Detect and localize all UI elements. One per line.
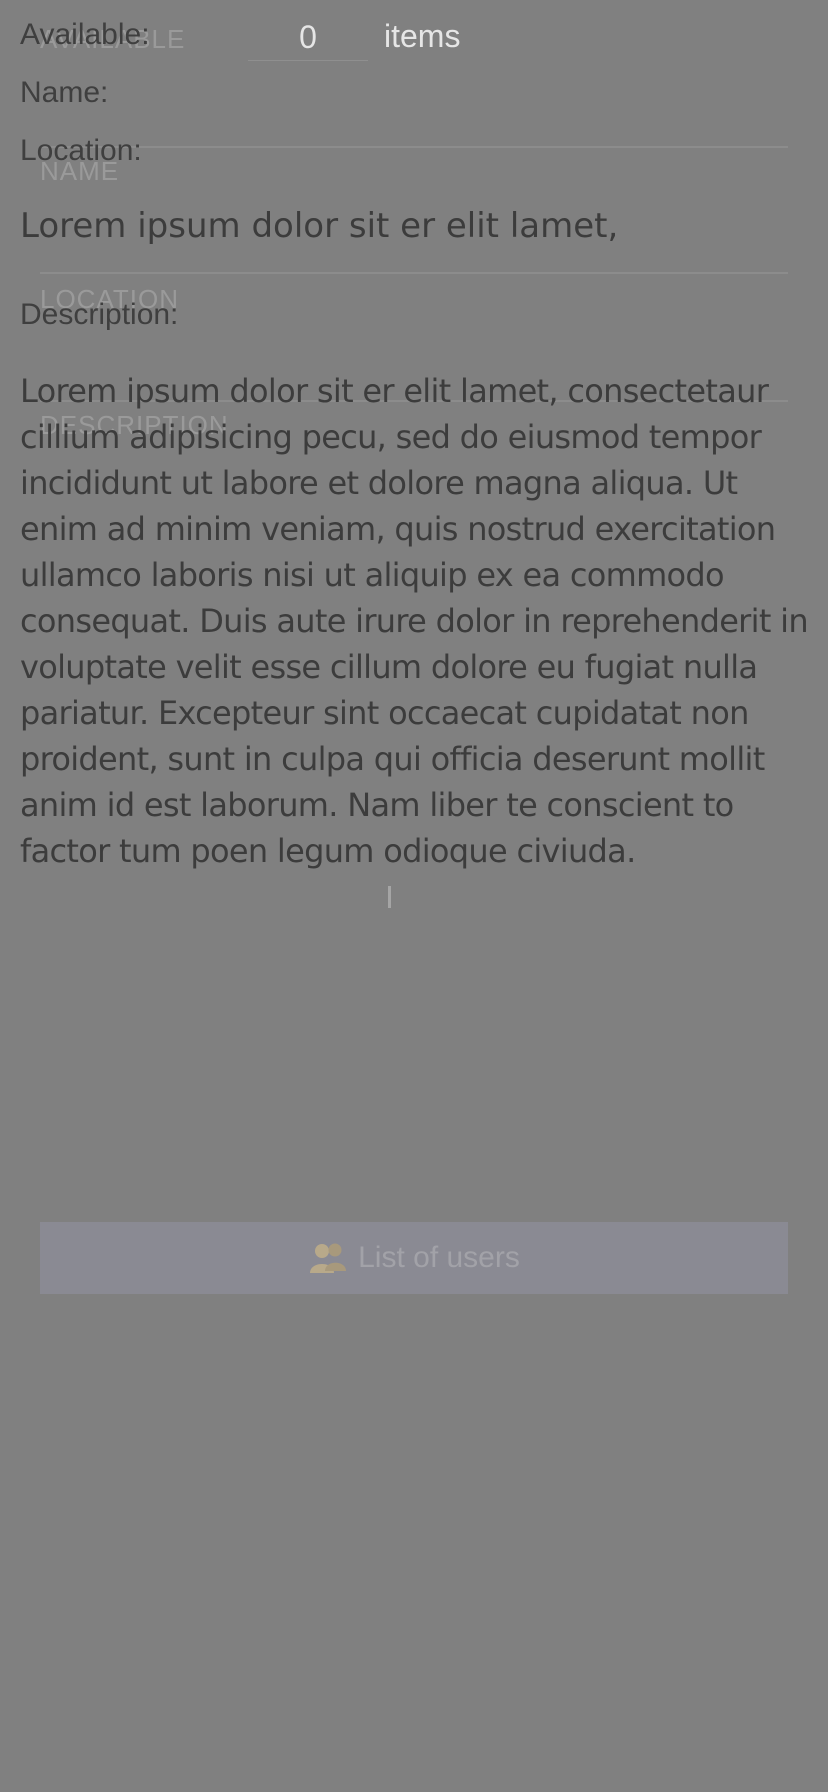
available-label: Available: — [20, 18, 150, 51]
location-label: Location: — [20, 134, 142, 167]
name-label: Name: — [20, 76, 109, 109]
item-details-overlay: Available: Name: Location: Lorem ipsum d… — [0, 0, 828, 1792]
location-value: Lorem ipsum dolor sit er elit lamet, — [20, 206, 619, 246]
description-label: Description: — [20, 298, 179, 331]
description-value: Lorem ipsum dolor sit er elit lamet, con… — [20, 372, 809, 870]
